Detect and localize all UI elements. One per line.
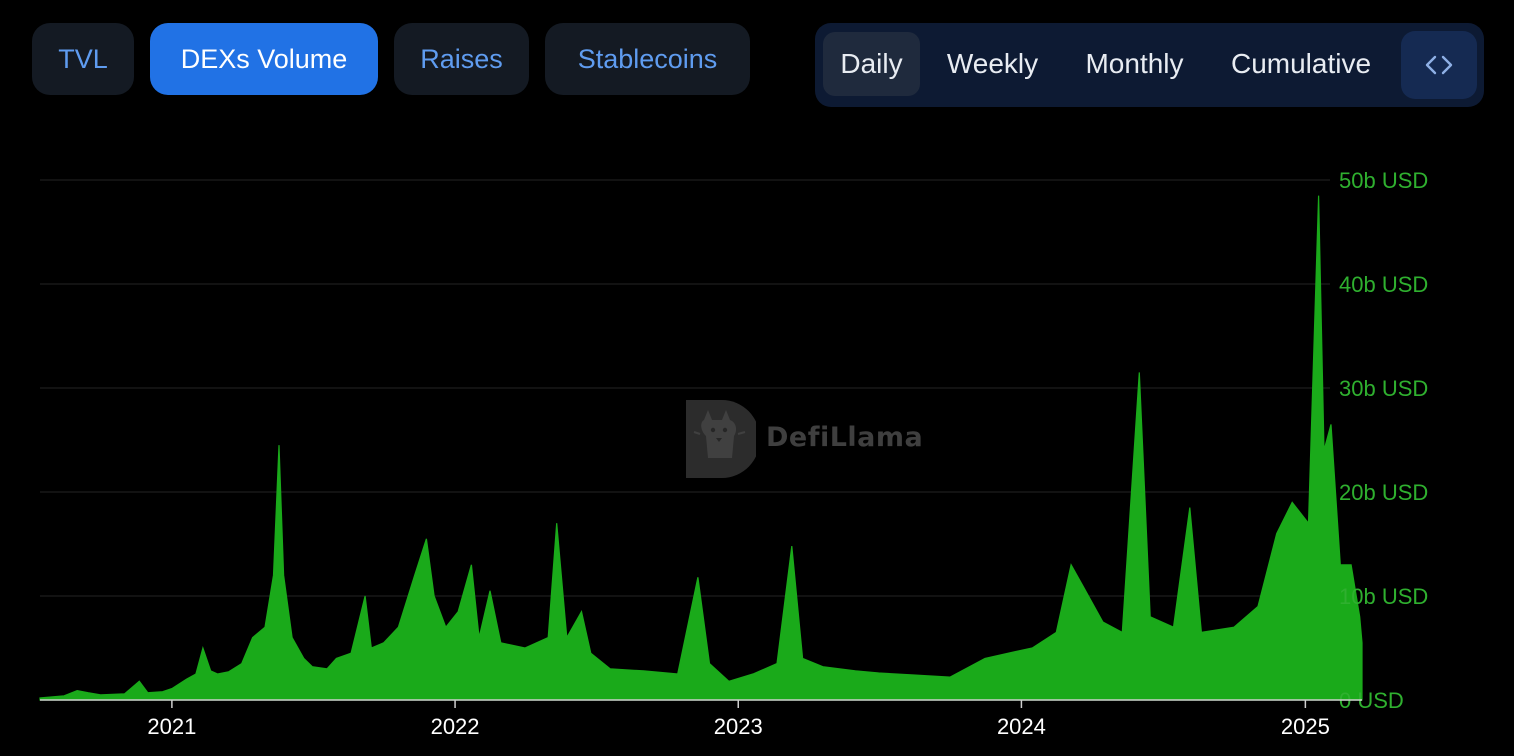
x-axis-labels: 2021 2022 2023 2024 2025 <box>40 699 1362 739</box>
defillama-watermark: DefiLlama <box>682 398 924 480</box>
llama-logo-icon <box>686 400 756 478</box>
x-tick-label: 2025 <box>1281 714 1330 739</box>
watermark-text: DefiLlama <box>766 422 924 453</box>
dex-volume-chart: 0 USD10b USD20b USD30b USD40b USD50b USD… <box>39 168 1428 739</box>
x-tick-label: 2023 <box>714 714 763 739</box>
y-tick-label: 20b USD <box>1339 480 1428 505</box>
y-tick-label: 50b USD <box>1339 168 1428 193</box>
y-tick-label: 10b USD <box>1339 584 1428 609</box>
y-tick-label: 40b USD <box>1339 272 1428 297</box>
x-tick-label: 2022 <box>431 714 480 739</box>
x-tick-label: 2021 <box>147 714 196 739</box>
y-tick-label: 30b USD <box>1339 376 1428 401</box>
x-tick-label: 2024 <box>997 714 1046 739</box>
